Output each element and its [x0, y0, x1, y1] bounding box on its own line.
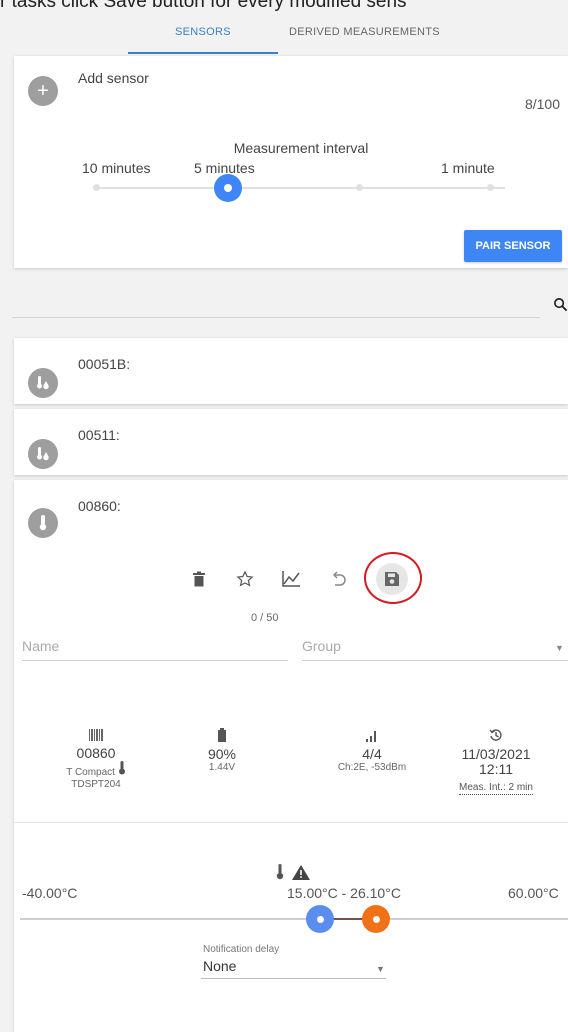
add-sensor-card: + Add sensor 8/100 Measurement interval …	[14, 56, 568, 268]
undo-icon[interactable]	[328, 568, 350, 590]
sensor-id: 00051B:	[78, 356, 131, 372]
measurement-interval-link[interactable]: Meas. Int.: 2 min	[459, 782, 533, 795]
interval-slider-track[interactable]	[95, 187, 505, 189]
sensor-model: T Compact	[66, 767, 115, 778]
sensor-list-item[interactable]: 00051B:	[14, 338, 568, 404]
history-icon	[489, 729, 502, 741]
name-field[interactable]: Name	[22, 638, 59, 654]
notification-delay-select[interactable]: None	[203, 958, 236, 974]
last-seen-time: 12:11	[479, 761, 513, 777]
chart-icon[interactable]	[280, 568, 302, 590]
thermometer-icon	[118, 761, 125, 775]
instruction-caption: r tasks click Save button for every modi…	[0, 0, 407, 12]
notification-delay-underline	[201, 978, 386, 979]
sensor-id: 00511:	[78, 427, 120, 443]
warning-icon	[292, 865, 310, 885]
group-select-underline	[302, 660, 568, 661]
interval-title: Measurement interval	[233, 140, 369, 156]
sensor-list-item[interactable]: 00511:	[14, 409, 568, 475]
plus-icon: +	[37, 79, 49, 102]
temp-humidity-icon	[28, 368, 58, 398]
interval-slider-thumb[interactable]	[214, 174, 242, 202]
notification-delay-label: Notification delay	[203, 944, 280, 955]
add-sensor-button[interactable]: +	[28, 76, 58, 106]
signal-info: 4/4 Ch:2E, -53dBm	[312, 728, 432, 774]
active-tab-indicator	[128, 52, 278, 54]
tab-sensors[interactable]: SENSORS	[175, 26, 231, 38]
temp-humidity-icon	[28, 439, 58, 469]
interval-tick-1min: 1 minute	[441, 160, 495, 176]
range-selected-label: 15.00°C - 26.10°C	[287, 885, 401, 901]
add-sensor-label: Add sensor	[78, 70, 149, 86]
sensor-code: TDSPT204	[71, 779, 121, 790]
search-input[interactable]	[12, 317, 540, 318]
delete-icon[interactable]	[188, 568, 210, 590]
sensor-count: 8/100	[524, 96, 560, 112]
tab-derived-measurements[interactable]: DERIVED MEASUREMENTS	[289, 26, 440, 38]
sensor-id: 00860:	[78, 498, 121, 514]
signal-icon	[366, 731, 376, 742]
barcode-icon	[89, 729, 103, 741]
battery-voltage: 1.44V	[208, 762, 236, 773]
battery-percent: 90%	[207, 746, 237, 762]
signal-detail: Ch:2E, -53dBm	[337, 762, 407, 773]
divider	[14, 822, 568, 823]
slider-step[interactable]	[93, 184, 100, 191]
last-seen-info: 11/03/2021 12:11 Meas. Int.: 2 min	[446, 728, 546, 795]
interval-tick-10min: 10 minutes	[82, 160, 151, 176]
alarm-high-thumb[interactable]	[362, 905, 390, 933]
serial-info: 00860 T Compact TDSPT204	[56, 728, 136, 791]
last-seen-date: 11/03/2021	[461, 746, 531, 762]
chevron-down-icon[interactable]: ▼	[555, 643, 564, 653]
chevron-down-icon[interactable]: ▼	[376, 964, 385, 974]
alarm-range-slider-track[interactable]	[20, 918, 568, 920]
slider-step[interactable]	[356, 184, 363, 191]
thermometer-icon	[28, 508, 58, 538]
search-icon[interactable]	[553, 297, 568, 312]
group-select[interactable]: Group	[302, 638, 341, 654]
highlight-ring	[364, 552, 422, 604]
signal-strength: 4/4	[362, 746, 382, 762]
range-min-label: -40.00°C	[22, 885, 78, 901]
tab-bar: SENSORS DERIVED MEASUREMENTS	[0, 18, 568, 54]
pair-sensor-button[interactable]: PAIR SENSOR	[464, 230, 562, 262]
slider-step[interactable]	[487, 184, 494, 191]
serial-number: 00860	[76, 745, 116, 761]
battery-icon	[218, 728, 226, 742]
sensor-detail-card: 00860: Name 0 / 50 Group ▼ 00860 T Compa…	[14, 480, 568, 1032]
star-icon[interactable]	[234, 568, 256, 590]
alarm-low-thumb[interactable]	[306, 905, 334, 933]
name-char-count: 0 / 50	[251, 612, 279, 624]
battery-info: 90% 1.44V	[192, 728, 252, 774]
name-field-underline	[22, 660, 288, 661]
thermometer-icon	[276, 864, 284, 885]
range-max-label: 60.00°C	[508, 885, 559, 901]
